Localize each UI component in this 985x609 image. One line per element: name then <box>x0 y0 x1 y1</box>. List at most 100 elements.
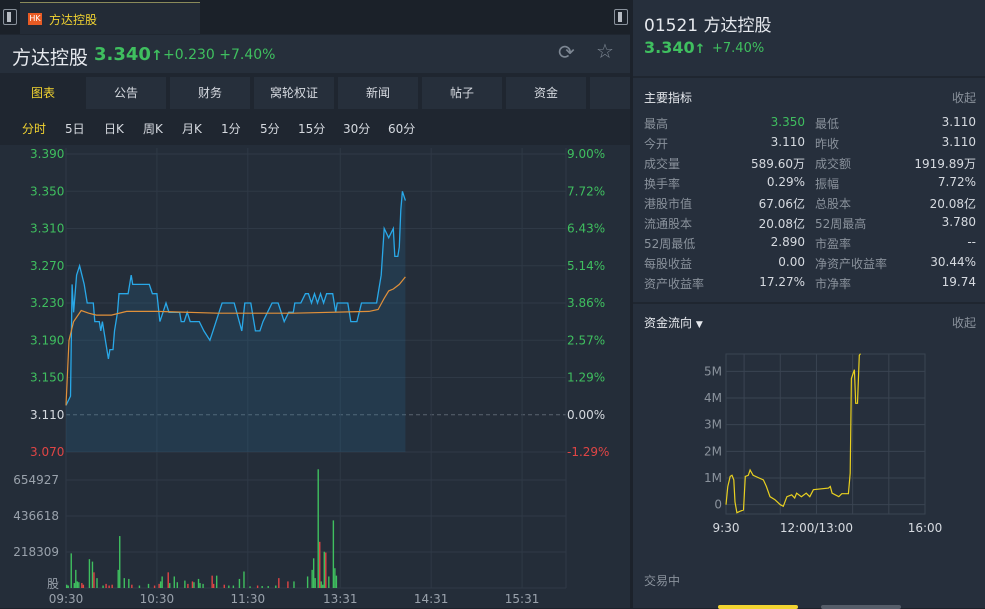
price-tick: 3.150 <box>30 371 64 385</box>
tab-more[interactable] <box>590 77 630 109</box>
tab-funds[interactable]: 资金 <box>506 77 586 109</box>
tab-announcements[interactable]: 公告 <box>86 77 166 109</box>
indicator-label: 净资产收益率 <box>815 257 888 271</box>
volume-bar <box>228 585 230 588</box>
volume-bar <box>267 586 269 588</box>
period-daily[interactable]: 日K <box>104 120 124 137</box>
tab-stock[interactable]: HK 方达控股 <box>20 2 200 34</box>
volume-tick: 436618 <box>13 509 59 523</box>
right-price: 3.340↑ <box>644 38 706 57</box>
pct-tick: 9.00% <box>567 147 605 161</box>
flow-x-tick: 9:30 <box>713 521 740 535</box>
indicator-label: 52周最高 <box>815 217 867 231</box>
volume-bar <box>96 578 98 588</box>
volume-tick: 股 <box>47 577 59 591</box>
indicators-title: 主要指标 <box>644 91 693 105</box>
volume-bar <box>128 578 130 588</box>
price-tick: 3.190 <box>30 333 64 347</box>
volume-bar <box>167 572 169 588</box>
volume-bar <box>202 583 204 588</box>
buy-button[interactable] <box>718 605 798 609</box>
tab-finance[interactable]: 财务 <box>170 77 250 109</box>
panel-toggle-icon[interactable] <box>614 9 628 25</box>
flow-y-tick: 1M <box>704 471 722 485</box>
indicator-value: 2.890 <box>770 235 805 249</box>
flow-y-tick: 5M <box>704 364 722 378</box>
volume-bar <box>328 576 330 588</box>
indicator-value: -- <box>967 235 976 249</box>
indicator-value: 17.27% <box>759 275 805 289</box>
period-60min[interactable]: 60分 <box>388 120 415 137</box>
indicators-collapse-button[interactable]: 收起 <box>952 89 976 106</box>
fund-flow-chart: 5M 4M 3M 2M 1M 0 9:30 12:00/13:00 16:00 <box>704 353 942 535</box>
indicator-value: 30.44% <box>930 255 976 269</box>
indicator-label: 今开 <box>644 137 669 151</box>
flow-y-tick: 0 <box>714 498 722 512</box>
period-1min[interactable]: 1分 <box>221 120 241 137</box>
stock-header: 方达控股 3.340↑ +0.230 +7.40% ⟳ ☆ <box>0 35 630 73</box>
tab-posts[interactable]: 帖子 <box>422 77 502 109</box>
volume-bar <box>173 576 175 588</box>
volume-bar <box>312 558 315 588</box>
period-15min[interactable]: 15分 <box>298 120 325 137</box>
flow-y-tick: 3M <box>704 418 722 432</box>
indicator-label: 每股收益 <box>644 257 693 271</box>
volume-bar <box>105 583 107 588</box>
flow-x-tick: 12:00/13:00 <box>780 521 853 535</box>
volume-bar <box>323 551 325 588</box>
tab-label: 方达控股 <box>49 13 98 27</box>
volume-bar <box>102 585 104 588</box>
period-5day[interactable]: 5日 <box>65 120 85 137</box>
volume-bar <box>249 586 251 588</box>
volume-bar <box>111 584 113 588</box>
volume-bar <box>287 581 289 588</box>
volume-bar <box>169 583 171 588</box>
period-5min[interactable]: 5分 <box>260 120 280 137</box>
indicator-label: 资产收益率 <box>644 277 705 291</box>
tab-chart[interactable]: 图表 <box>3 77 83 109</box>
volume-bar <box>176 582 179 588</box>
star-icon[interactable]: ☆ <box>596 39 614 63</box>
caret-down-icon: ▼ <box>695 320 703 330</box>
volume-bar <box>153 585 156 588</box>
volume-bar <box>275 585 277 588</box>
up-arrow-icon: ↑ <box>150 48 163 64</box>
indicator-label: 换手率 <box>644 177 681 191</box>
volume-bar <box>335 575 338 588</box>
volume-bar <box>91 561 94 588</box>
tab-news[interactable]: 新闻 <box>338 77 418 109</box>
period-intraday[interactable]: 分时 <box>22 120 46 137</box>
period-selector: 分时 5日 日K 周K 月K 1分 5分 15分 30分 60分 <box>0 114 630 142</box>
period-weekly[interactable]: 周K <box>143 120 163 137</box>
volume-bar <box>238 578 241 588</box>
volume-bar <box>159 581 162 588</box>
section-tabs: 图表 公告 财务 窝轮权证 新闻 帖子 资金 <box>0 77 630 109</box>
volume-bar <box>193 582 195 588</box>
volume-bar <box>67 585 69 588</box>
volume-bar <box>82 584 85 588</box>
fund-flow-dropdown[interactable]: 资金流向 ▼ <box>644 314 703 331</box>
trading-status: 交易中 <box>644 574 681 588</box>
volume-bar <box>311 569 313 588</box>
volume-bar <box>261 586 263 588</box>
period-monthly[interactable]: 月K <box>182 120 202 137</box>
sell-button[interactable] <box>821 605 901 609</box>
sidebar-toggle-icon[interactable] <box>3 9 17 25</box>
intraday-chart[interactable]: 3.390 9.00% 3.350 7.72% 3.310 6.43% 3.270 5.14%… <box>0 145 630 608</box>
up-arrow-icon: ↑ <box>694 42 706 57</box>
price-tick: 3.350 <box>30 184 64 198</box>
indicator-value: 3.110 <box>941 115 976 129</box>
indicator-label: 港股市值 <box>644 197 693 211</box>
flow-collapse-button[interactable]: 收起 <box>952 314 976 331</box>
pct-tick: 2.57% <box>567 333 605 347</box>
volume-bar <box>81 583 83 588</box>
volume-bar <box>319 541 321 588</box>
volume-bar <box>334 568 336 588</box>
volume-bar <box>187 583 189 588</box>
tab-warrants[interactable]: 窝轮权证 <box>254 77 334 109</box>
volume-bar <box>73 583 75 588</box>
time-tick: 13:31 <box>323 592 358 606</box>
period-30min[interactable]: 30分 <box>343 120 370 137</box>
refresh-icon[interactable]: ⟳ <box>558 40 575 64</box>
price-tick: 3.270 <box>30 259 64 273</box>
